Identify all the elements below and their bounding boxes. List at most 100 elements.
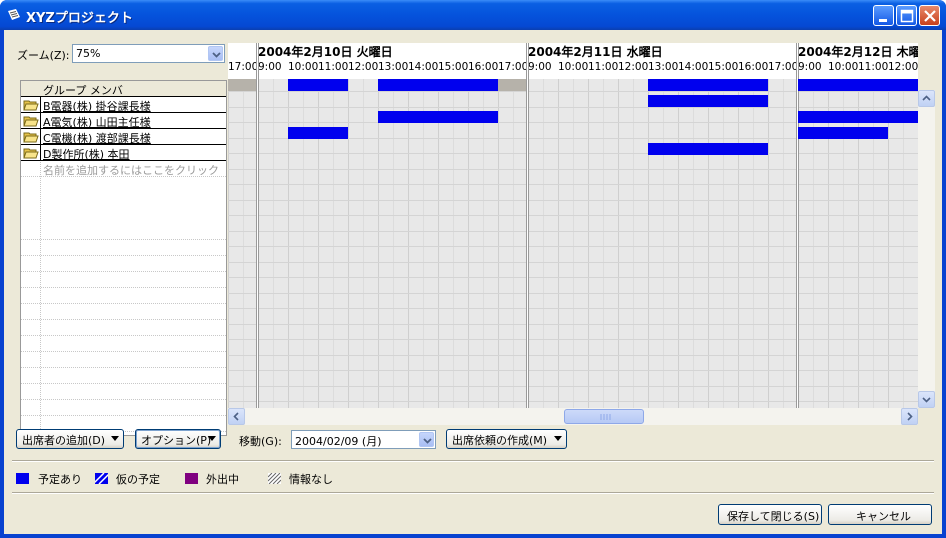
time-label: 9:00 (258, 61, 282, 73)
horizontal-scrollbar[interactable] (228, 408, 918, 425)
busy-block[interactable] (648, 95, 768, 107)
folder-open-icon (23, 132, 39, 143)
zoom-dropdown-button[interactable] (208, 46, 223, 61)
grip-icon (600, 414, 611, 420)
folder-open-icon (23, 100, 39, 111)
member-name[interactable]: B電器(株) 掛谷課長様 (43, 98, 151, 114)
busy-block[interactable] (288, 79, 348, 91)
time-label: 10:00 (558, 61, 589, 73)
busy-block[interactable] (378, 79, 498, 91)
maximize-button[interactable] (896, 5, 917, 26)
time-label: 13:00 (648, 61, 679, 73)
member-name[interactable]: A電気(株) 山田主任様 (43, 114, 151, 130)
member-row[interactable]: A電気(株) 山田主任様 (21, 113, 226, 129)
day-separator (526, 43, 529, 408)
time-label: 11:00 (858, 61, 889, 73)
add-attendee-button[interactable]: 出席者の追加(D) (16, 429, 124, 449)
options-button[interactable]: オプション(P) (135, 429, 221, 449)
member-list-header[interactable]: グループ メンバ (21, 81, 226, 97)
vertical-scrollbar[interactable] (918, 90, 935, 408)
time-label: 9:00 (528, 61, 552, 73)
divider (12, 492, 934, 494)
close-button[interactable] (919, 5, 940, 26)
date-header: 2004年2月11日 水曜日 (528, 45, 663, 59)
busy-block[interactable] (798, 111, 918, 123)
app-icon (8, 9, 20, 20)
off-hours-block (228, 79, 258, 91)
time-label: 14:00 (408, 61, 439, 73)
chevron-down-icon (212, 52, 221, 58)
dropdown-arrow-icon (208, 436, 216, 441)
member-row[interactable]: D製作所(株) 本田 (21, 145, 226, 161)
legend-busy-swatch (16, 473, 29, 484)
time-label: 17:00 (498, 61, 529, 73)
chevron-left-icon (233, 412, 239, 421)
save-and-close-button[interactable]: 保存して閉じる(S) (718, 504, 822, 525)
day-separator (256, 43, 259, 408)
time-label: 16:00 (738, 61, 769, 73)
schedule-grid[interactable]: 2004年2月10日 火曜日 2004年2月11日 水曜日 2004年2月12日… (228, 43, 918, 408)
busy-block[interactable] (798, 79, 918, 91)
member-name[interactable]: C電機(株) 渡部課長様 (43, 130, 151, 146)
title-bar[interactable]: XYZプロジェクト (0, 0, 946, 30)
busy-block[interactable] (378, 111, 498, 123)
time-label: 9:00 (798, 61, 822, 73)
folder-open-icon (23, 116, 39, 127)
time-label: 13:00 (378, 61, 409, 73)
add-member-hint[interactable]: 名前を追加するにはここをクリック (43, 162, 219, 178)
folder-open-icon (23, 148, 39, 159)
minimize-button[interactable] (873, 5, 894, 26)
time-label: 10:00 (828, 61, 859, 73)
chevron-down-icon (922, 397, 931, 403)
time-label: 15:00 (438, 61, 469, 73)
scroll-right-button[interactable] (901, 408, 918, 425)
legend-out-of-office-label: 外出中 (206, 473, 239, 486)
time-label: 14:00 (678, 61, 709, 73)
time-label: 17:00 (768, 61, 799, 73)
off-hours-block (498, 79, 528, 91)
time-label: 16:00 (468, 61, 499, 73)
member-row[interactable]: B電器(株) 掛谷課長様 (21, 97, 226, 113)
busy-block[interactable] (648, 143, 768, 155)
member-row[interactable]: C電機(株) 渡部課長様 (21, 129, 226, 145)
move-date-value: 2004/02/09 (月) (295, 435, 382, 448)
zoom-value: 75% (76, 47, 101, 60)
dropdown-arrow-icon (554, 436, 562, 441)
zoom-select[interactable]: 75% (72, 44, 225, 63)
close-icon (924, 10, 936, 22)
time-label: 11:00 (318, 61, 349, 73)
horizontal-scroll-thumb[interactable] (564, 409, 644, 424)
legend-no-info-label: 情報なし (289, 473, 333, 486)
scroll-down-button[interactable] (918, 391, 935, 408)
time-label: 15:00 (708, 61, 739, 73)
chevron-right-icon (907, 412, 913, 421)
legend-no-info-swatch (268, 473, 281, 484)
maximize-icon (900, 9, 914, 23)
zoom-label: ズーム(Z): (17, 49, 70, 62)
dropdown-arrow-icon (111, 436, 119, 441)
scroll-up-button[interactable] (918, 90, 935, 107)
time-label: 10:00 (288, 61, 319, 73)
move-date-picker[interactable]: 2004/02/09 (月) (291, 430, 436, 449)
chevron-up-icon (922, 95, 931, 101)
legend-tentative-label: 仮の予定 (116, 473, 160, 486)
create-request-button[interactable]: 出席依頼の作成(M) (446, 429, 567, 449)
scroll-left-button[interactable] (228, 408, 245, 425)
window-title: XYZプロジェクト (26, 11, 133, 26)
member-name[interactable]: D製作所(株) 本田 (43, 146, 130, 162)
date-header: 2004年2月10日 火曜日 (258, 45, 393, 59)
move-label: 移動(G): (239, 435, 282, 448)
member-list: グループ メンバ B電器(株) 掛谷課長様 A電気(株) 山田主任様 C電機(株… (20, 80, 227, 436)
date-header: 2004年2月12日 木曜日 (798, 45, 918, 59)
date-dropdown-button[interactable] (419, 432, 434, 447)
chevron-down-icon (423, 438, 432, 444)
busy-block[interactable] (288, 127, 348, 139)
busy-block[interactable] (648, 79, 768, 91)
legend-tentative-swatch (95, 473, 108, 484)
cancel-button[interactable]: キャンセル (828, 504, 932, 525)
dialog-client: ズーム(Z): 75% グループ メンバ B電器(株) 掛谷課長様 A電気(株)… (4, 30, 942, 534)
divider (12, 460, 934, 462)
add-member-row[interactable]: 名前を追加するにはここをクリック (21, 161, 226, 177)
legend-busy-label: 予定あり (38, 473, 82, 486)
busy-block[interactable] (798, 127, 888, 139)
